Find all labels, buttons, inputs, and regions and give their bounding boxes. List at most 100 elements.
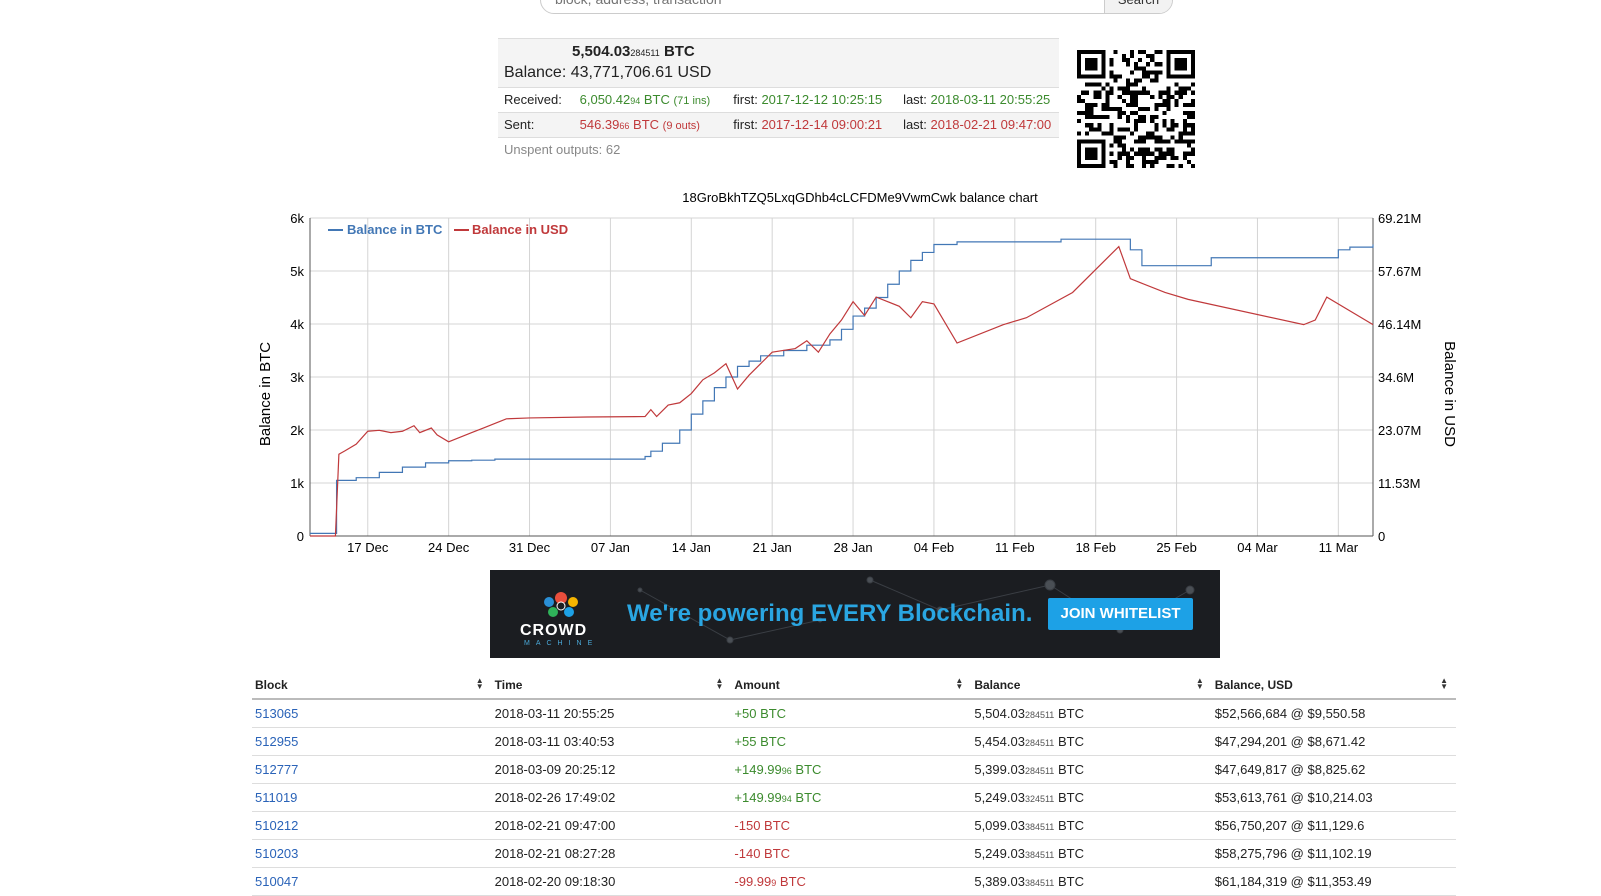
column-header-amount[interactable]: Amount ▲ ▼ <box>731 672 972 700</box>
balance-unit: BTC <box>1057 790 1084 805</box>
amount-main: +149.99 <box>734 790 782 805</box>
balance-unit: BTC <box>1057 734 1084 749</box>
x-tick-label: 04 Feb <box>914 540 954 555</box>
x-tick-label: 21 Jan <box>753 540 792 555</box>
balance-cell: 5,249.03324511 BTC <box>971 783 1212 812</box>
balance-unit: BTC <box>1057 818 1084 833</box>
sort-icon[interactable]: ▲ ▼ <box>715 677 723 691</box>
sent-last-label: last: <box>903 117 927 132</box>
balance-chart: 18GroBkhTZQ5LxqGDhb4cLCFDMe9VwmCwk balan… <box>257 190 1458 555</box>
qr-code <box>1077 50 1195 168</box>
received-label: Received: <box>504 92 562 107</box>
column-header-balance-usd[interactable]: Balance, USD ▲ ▼ <box>1211 672 1456 700</box>
received-last-label: last: <box>903 92 927 107</box>
balance-unit: BTC <box>1057 874 1084 889</box>
x-tick-label: 07 Jan <box>591 540 630 555</box>
y2-tick-label: 34.6M <box>1378 370 1414 385</box>
ad-banner[interactable]: CROWD MACHINE We're powering EVERY Block… <box>490 570 1220 658</box>
table-row: 513065 2018-03-11 20:55:25 +50 BTC 5,504.03… <box>252 699 1456 728</box>
x-tick-label: 14 Jan <box>672 540 711 555</box>
banner-headline: We're powering EVERY Blockchain. <box>627 600 1033 627</box>
time-cell: 2018-03-09 20:25:12 <box>491 755 732 784</box>
sort-icon[interactable]: ▲ ▼ <box>955 677 963 691</box>
amount-main: +50 BTC <box>734 706 787 721</box>
join-whitelist-button[interactable]: JOIN WHITELIST <box>1048 598 1193 630</box>
x-tick-label: 25 Feb <box>1156 540 1196 555</box>
sent-count: (9 outs) <box>662 120 700 132</box>
x-tick-label: 11 Mar <box>1319 540 1359 555</box>
x-tick-label: 24 Dec <box>428 540 470 555</box>
balance-btc-small: 284511 <box>630 48 660 58</box>
block-cell: 512955 <box>252 727 492 756</box>
column-header-block[interactable]: Block ▲ ▼ <box>252 672 492 700</box>
balance-cell: 5,504.03284511 BTC <box>971 699 1212 728</box>
sort-icon[interactable]: ▲ ▼ <box>1440 677 1448 691</box>
amount-main: -99.99 <box>734 874 772 889</box>
column-header-time[interactable]: Time ▲ ▼ <box>491 672 732 700</box>
amount-cell: +149.9994 BTC <box>731 783 972 812</box>
unspent-outputs: Unspent outputs: 62 <box>498 137 1059 161</box>
balance-small: 284511 <box>1024 738 1055 748</box>
amount-unit: BTC <box>795 762 822 777</box>
received-last: 2018-03-11 20:55:25 <box>930 92 1051 107</box>
sent-label: Sent: <box>504 117 535 132</box>
amount-main: +55 BTC <box>734 734 787 749</box>
balance-main: 5,399.03 <box>974 762 1025 777</box>
block-link[interactable]: 512777 <box>255 762 298 777</box>
balance-box: 5,504.03284511 BTC Balance: 43,771,706.6… <box>498 38 1059 87</box>
balance-unit: BTC <box>1057 706 1084 721</box>
amount-small: 94 <box>781 794 792 804</box>
balance-btc: 5,504.03284511 BTC <box>572 42 1053 63</box>
block-link[interactable]: 510212 <box>255 818 298 833</box>
y-axis-label-left: Balance in BTC <box>257 342 274 446</box>
column-header-label: Block <box>255 678 288 692</box>
block-link[interactable]: 510203 <box>255 846 298 861</box>
table-row: 510047 2018-02-20 09:18:30 -99.999 BTC 5,38… <box>252 867 1456 896</box>
balance-cell: 5,389.03384511 BTC <box>971 867 1212 896</box>
search-button[interactable]: Search <box>1104 0 1172 13</box>
search-input[interactable] <box>553 0 1087 13</box>
amount-small: 9 <box>771 878 777 888</box>
block-cell: 513065 <box>252 699 492 728</box>
x-tick-label: 04 Mar <box>1237 540 1278 555</box>
balance-usd-cell: $47,649,817 @ $8,825.62 <box>1211 755 1456 784</box>
block-link[interactable]: 512955 <box>255 734 298 749</box>
balance-small: 384511 <box>1024 878 1055 888</box>
y-axis-label-right: Balance in USD <box>1441 341 1458 447</box>
y2-tick-label: 46.14M <box>1378 317 1421 332</box>
banner-brand: CROWD <box>520 622 588 639</box>
sort-icon[interactable]: ▲ ▼ <box>476 677 484 691</box>
legend-btc-label[interactable]: Balance in BTC <box>347 222 443 237</box>
received-count: (71 ins) <box>673 95 711 107</box>
balance-usd: Balance: 43,771,706.61 USD <box>504 63 1053 83</box>
y-tick-label: 1k <box>290 476 304 491</box>
column-header-label: Amount <box>734 678 780 692</box>
column-header-balance[interactable]: Balance ▲ ▼ <box>971 672 1212 700</box>
y2-tick-label: 11.53M <box>1378 476 1420 491</box>
amount-cell: +50 BTC <box>731 699 972 728</box>
x-tick-label: 17 Dec <box>347 540 389 555</box>
y2-tick-label: 57.67M <box>1378 264 1421 279</box>
block-cell: 510203 <box>252 839 492 868</box>
balance-main: 5,249.03 <box>974 790 1025 805</box>
sent-small: 66 <box>619 121 630 131</box>
sent-first-label: first: <box>733 117 758 132</box>
x-tick-label: 31 Dec <box>509 540 551 555</box>
amount-unit: BTC <box>779 874 806 889</box>
block-link[interactable]: 511019 <box>255 790 297 805</box>
transactions-body: 513065 2018-03-11 20:55:25 +50 BTC 5,504.03… <box>252 699 1456 896</box>
time-cell: 2018-03-11 20:55:25 <box>491 699 732 728</box>
received-row: Received: 6,050.4294 BTC (71 ins) first:… <box>498 87 1059 112</box>
y2-tick-label: 0 <box>1378 529 1385 544</box>
block-link[interactable]: 510047 <box>255 874 298 889</box>
balance-cell: 5,399.03284511 BTC <box>971 755 1212 784</box>
block-link[interactable]: 513065 <box>255 706 298 721</box>
sort-icon[interactable]: ▲ ▼ <box>1196 677 1204 691</box>
y-tick-label: 2k <box>290 423 304 438</box>
legend-usd-label[interactable]: Balance in USD <box>472 222 568 237</box>
amount-cell: -140 BTC <box>731 839 972 868</box>
balance-small: 284511 <box>1024 766 1055 776</box>
balance-btc-main: 5,504.03 <box>572 43 631 60</box>
address-summary: 5,504.03284511 BTC Balance: 43,771,706.6… <box>498 38 1059 161</box>
table-row: 511019 2018-02-26 17:49:02 +149.9994 BTC 5,… <box>252 783 1456 812</box>
